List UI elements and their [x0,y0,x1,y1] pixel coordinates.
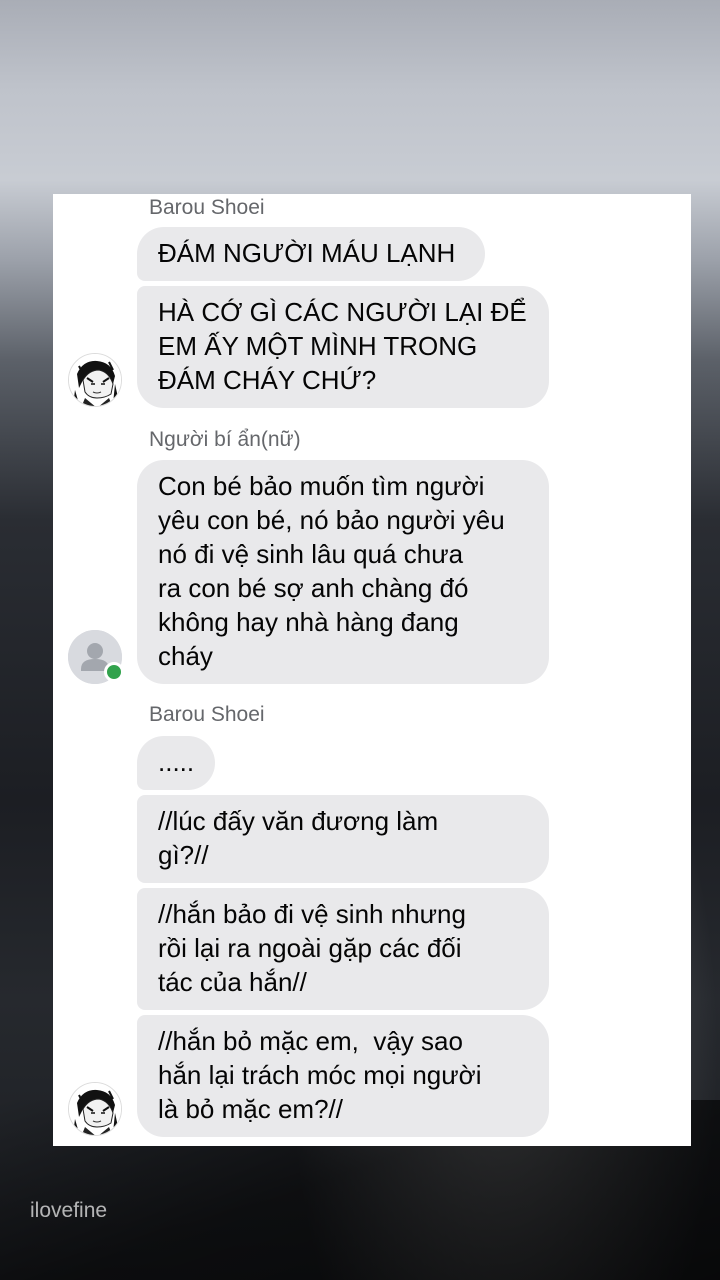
message-bubble[interactable]: ..... [137,736,215,790]
sender-name: Barou Shoei [149,703,265,726]
avatar[interactable] [68,630,124,684]
manga-portrait-icon [69,354,121,406]
online-status-dot [104,662,124,682]
avatar[interactable] [68,353,122,407]
watermark: ilovefine [30,1199,108,1222]
sender-name: Người bí ẩn(nữ) [149,428,301,451]
message-bubble[interactable]: //hắn bỏ mặc em, vậy sao hắn lại trách m… [137,1015,549,1137]
message-bubble[interactable]: //hắn bảo đi vệ sinh nhưng rồi lại ra ng… [137,888,549,1010]
message-bubble[interactable]: ĐÁM NGƯỜI MÁU LẠNH [137,227,485,281]
message-bubble[interactable]: Con bé bảo muốn tìm người yêu con bé, nó… [137,460,549,684]
message-bubble[interactable]: HÀ CỚ GÌ CÁC NGƯỜI LẠI ĐỂ EM ẤY MỘT MÌNH… [137,286,549,408]
chat-screenshot: Barou Shoei ĐÁM NGƯỜI MÁU LẠNH HÀ CỚ GÌ … [53,194,691,1146]
sender-name: Barou Shoei [149,196,265,219]
avatar[interactable] [68,1082,122,1136]
manga-portrait-icon [69,1083,121,1135]
message-bubble[interactable]: //lúc đấy văn đương làm gì?// [137,795,549,883]
